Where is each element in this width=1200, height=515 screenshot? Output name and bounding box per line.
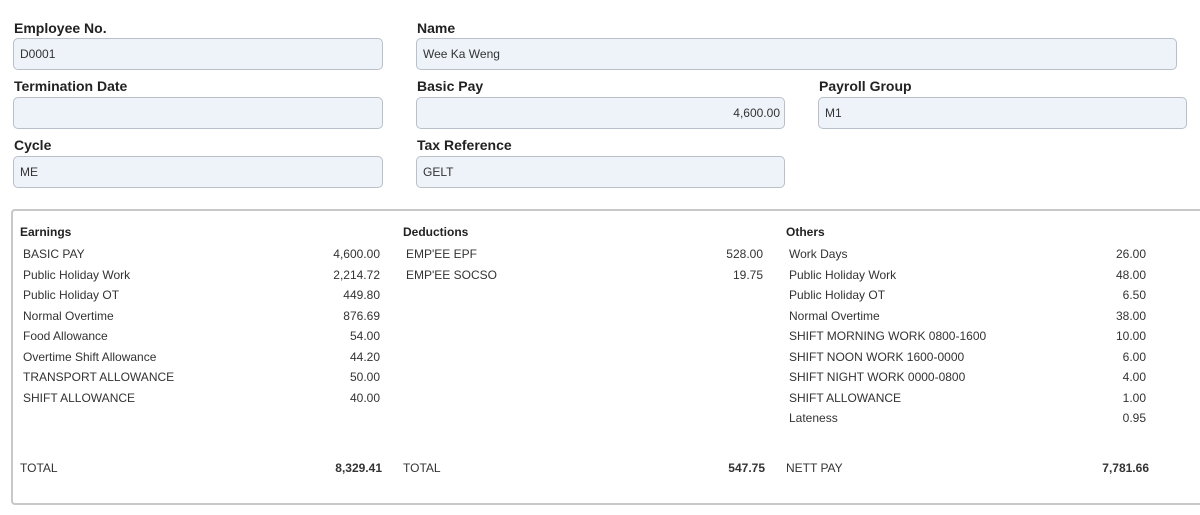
name-field[interactable]: [416, 38, 1177, 70]
earnings-item-name: Public Holiday OT: [23, 288, 120, 302]
earnings-row: Normal Overtime 876.69: [23, 309, 380, 324]
others-row: SHIFT ALLOWANCE 1.00: [789, 391, 1146, 406]
earnings-row: TRANSPORT ALLOWANCE 50.00: [23, 370, 380, 385]
earnings-item-name: Public Holiday Work: [23, 267, 131, 282]
deductions-row: EMP'EE SOCSO 19.75: [406, 268, 763, 283]
earnings-heading: Earnings: [20, 225, 72, 239]
earnings-item-name: Food Allowance: [23, 329, 108, 343]
others-item-amount: 38.00: [1115, 308, 1146, 323]
deductions-item-amount: 19.75: [732, 267, 763, 282]
others-list: Work Days 26.00 Public Holiday Work 48.00 Pu…: [789, 247, 1146, 432]
payroll-summary-panel: Earnings BASIC PAY 4,600.00 Public Holiday…: [11, 209, 1200, 505]
earnings-item-amount: 449.80: [343, 288, 380, 302]
earnings-list: BASIC PAY 4,600.00 Public Holiday Work 2,21…: [23, 247, 380, 411]
termination-date-field[interactable]: [13, 97, 383, 129]
earnings-item-amount: 2,214.72: [333, 267, 380, 282]
earnings-row: Food Allowance 54.00: [23, 329, 380, 344]
earnings-item-name: SHIFT ALLOWANCE: [23, 390, 136, 405]
deductions-item-amount: 528.00: [726, 247, 763, 261]
payroll-group-field[interactable]: [818, 97, 1187, 129]
name-label: Name: [417, 20, 456, 36]
nett-pay-label: NETT PAY: [786, 461, 843, 475]
cycle-label: Cycle: [14, 137, 52, 153]
others-item-amount: 48.00: [1115, 267, 1146, 282]
others-item-amount: 26.00: [1115, 247, 1146, 261]
others-item-name: Normal Overtime: [789, 308, 880, 323]
basic-pay-field[interactable]: [416, 97, 785, 129]
earnings-item-name: Normal Overtime: [23, 308, 114, 323]
others-item-amount: 6.00: [1122, 349, 1146, 364]
earnings-row: Overtime Shift Allowance 44.20: [23, 350, 380, 365]
earnings-item-amount: 876.69: [343, 308, 380, 323]
earnings-item-name: BASIC PAY: [23, 247, 85, 261]
cycle-field[interactable]: [13, 156, 383, 188]
deductions-row: EMP'EE EPF 528.00: [406, 247, 763, 262]
others-item-amount: 10.00: [1115, 329, 1146, 343]
others-row: SHIFT MORNING WORK 0800-1600 10.00: [789, 329, 1146, 344]
others-item-amount: 6.50: [1122, 288, 1146, 302]
others-row: Public Holiday OT 6.50: [789, 288, 1146, 303]
employee-no-field[interactable]: [13, 38, 383, 70]
earnings-item-name: TRANSPORT ALLOWANCE: [23, 370, 175, 384]
others-row: SHIFT NOON WORK 1600-0000 6.00: [789, 350, 1146, 365]
others-item-name: Lateness: [789, 411, 838, 425]
deductions-total-amount: 547.75: [728, 461, 765, 475]
earnings-row: SHIFT ALLOWANCE 40.00: [23, 391, 380, 406]
earnings-row: BASIC PAY 4,600.00: [23, 247, 380, 262]
deductions-heading: Deductions: [403, 225, 469, 239]
tax-reference-label: Tax Reference: [417, 137, 512, 153]
employee-no-label: Employee No.: [14, 20, 107, 36]
termination-date-label: Termination Date: [14, 78, 128, 94]
earnings-item-amount: 50.00: [349, 370, 380, 384]
earnings-item-amount: 4,600.00: [333, 247, 380, 261]
deductions-total-label: TOTAL: [403, 461, 441, 475]
earnings-row: Public Holiday Work 2,214.72: [23, 268, 380, 283]
others-item-name: Public Holiday Work: [789, 267, 897, 282]
others-item-name: Work Days: [789, 247, 848, 261]
others-row: SHIFT NIGHT WORK 0000-0800 4.00: [789, 370, 1146, 385]
deductions-list: EMP'EE EPF 528.00 EMP'EE SOCSO 19.75: [406, 247, 763, 288]
earnings-item-amount: 44.20: [349, 349, 380, 364]
basic-pay-label: Basic Pay: [417, 78, 484, 94]
deductions-item-name: EMP'EE SOCSO: [406, 267, 497, 282]
tax-reference-field[interactable]: [416, 156, 785, 188]
others-row: Work Days 26.00: [789, 247, 1146, 262]
others-row: Public Holiday Work 48.00: [789, 268, 1146, 283]
payroll-group-label: Payroll Group: [819, 78, 912, 94]
others-item-amount: 4.00: [1122, 370, 1146, 384]
others-item-amount: 1.00: [1122, 390, 1146, 405]
others-item-name: SHIFT ALLOWANCE: [789, 390, 902, 405]
earnings-item-name: Overtime Shift Allowance: [23, 349, 157, 364]
earnings-total-label: TOTAL: [20, 461, 58, 475]
others-item-name: SHIFT NIGHT WORK 0000-0800: [789, 370, 966, 384]
others-row: Lateness 0.95: [789, 411, 1146, 426]
earnings-total-amount: 8,329.41: [335, 461, 382, 475]
others-item-amount: 0.95: [1122, 411, 1146, 425]
others-row: Normal Overtime 38.00: [789, 309, 1146, 324]
deductions-item-name: EMP'EE EPF: [406, 247, 477, 261]
earnings-item-amount: 54.00: [349, 329, 380, 343]
nett-pay-amount: 7,781.66: [1102, 461, 1149, 475]
others-heading: Others: [786, 225, 825, 239]
others-item-name: SHIFT MORNING WORK 0800-1600: [789, 329, 987, 343]
earnings-row: Public Holiday OT 449.80: [23, 288, 380, 303]
earnings-item-amount: 40.00: [349, 390, 380, 405]
others-item-name: Public Holiday OT: [789, 288, 886, 302]
others-item-name: SHIFT NOON WORK 1600-0000: [789, 349, 965, 364]
